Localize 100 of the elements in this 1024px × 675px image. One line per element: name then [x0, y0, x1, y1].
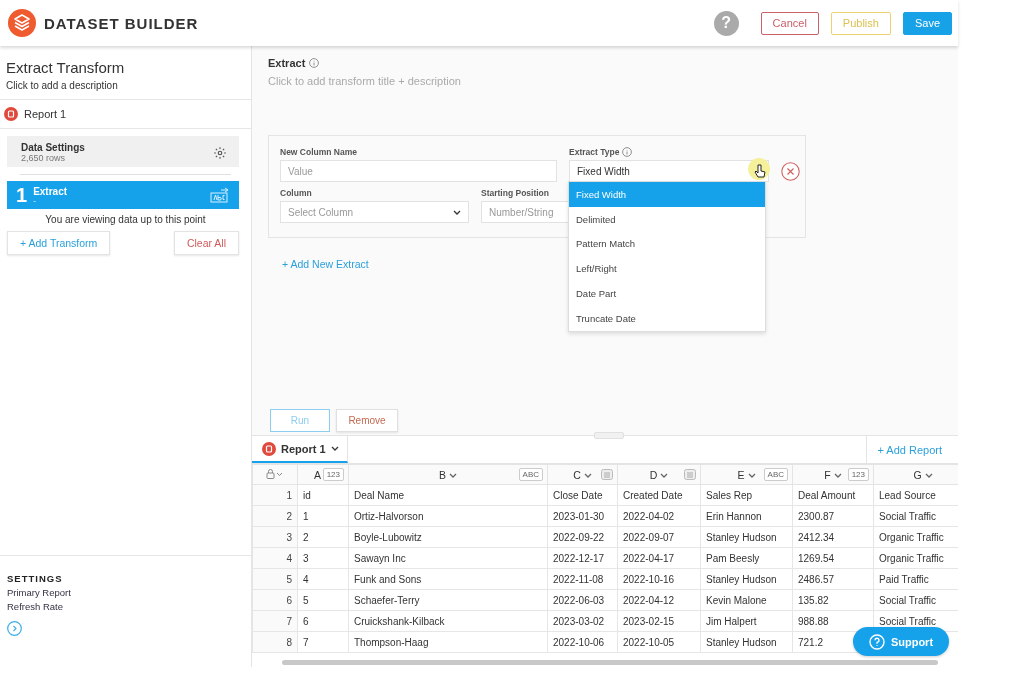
table-cell: Stanley Hudson — [700, 631, 793, 653]
header-cell: id — [297, 484, 349, 506]
table-cell: 2022-10-16 — [617, 568, 701, 590]
logo-icon — [8, 9, 36, 37]
table-cell: Jim Halpert — [700, 610, 793, 632]
cancel-button[interactable]: Cancel — [760, 11, 819, 35]
table-cell: 2023-02-15 — [617, 610, 701, 632]
close-icon[interactable] — [781, 162, 800, 181]
table-cell: 6 — [297, 610, 349, 632]
resize-handle[interactable] — [594, 432, 624, 439]
data-settings-title: Data Settings — [21, 142, 85, 153]
chevron-down-icon — [449, 473, 457, 478]
table-cell: Thompson-Haag — [348, 631, 548, 653]
table-cell: 4 — [297, 568, 349, 590]
chevron-down-icon — [747, 473, 756, 478]
row-number: 1 — [252, 484, 298, 506]
header-cell: Deal Name — [348, 484, 548, 506]
menu-option[interactable]: Pattern Match — [569, 231, 765, 257]
table-cell: 2412.34 — [792, 526, 874, 548]
chevron-down-icon — [453, 209, 461, 215]
data-settings-card[interactable]: Data Settings 2,650 rows — [7, 136, 239, 167]
header-cell: Deal Amount — [792, 484, 874, 506]
table-cell: Sawayn Inc — [348, 547, 548, 569]
table-cell: 2022-10-06 — [547, 631, 618, 653]
table-cell: 2022-04-17 — [617, 547, 701, 569]
remove-button[interactable]: Remove — [336, 409, 398, 432]
step-title: Extract — [33, 185, 69, 197]
table-cell: 2022-10-05 — [617, 631, 701, 653]
table-cell: 1269.54 — [792, 547, 874, 569]
row-count: 2,650 rows — [21, 153, 67, 163]
menu-option[interactable]: Truncate Date — [569, 306, 765, 331]
clear-all-button[interactable]: Clear All — [173, 231, 239, 255]
lock-icon[interactable] — [266, 468, 284, 479]
step-number: 1 — [16, 183, 28, 207]
row-number: 3 — [252, 526, 298, 548]
row-number: 8 — [252, 631, 298, 653]
report-name: Report 1 — [24, 108, 67, 120]
column-header[interactable]: C — [547, 464, 618, 485]
chevron-down-icon — [330, 446, 339, 451]
type-badge: 123 — [322, 468, 344, 481]
starting-position-field[interactable]: Number/String — [481, 201, 569, 223]
expand-icon[interactable] — [7, 621, 22, 636]
viewing-note: You are viewing data up to this point — [44, 213, 207, 227]
description-link[interactable]: Click to add a description — [0, 80, 251, 100]
table-cell: Stanley Hudson — [700, 568, 793, 590]
table-cell: Ortiz-Halvorson — [348, 505, 548, 527]
scrollbar[interactable] — [282, 660, 938, 665]
row-number: 2 — [252, 505, 298, 527]
row-number: 4 — [252, 547, 298, 569]
column-header[interactable]: E ABC — [700, 464, 793, 485]
type-badge: 123 — [847, 468, 869, 481]
table-cell: Boyle-Lubowitz — [348, 526, 548, 548]
table-cell: Cruickshank-Kilback — [348, 610, 548, 632]
transform-heading: Extract — [268, 57, 306, 69]
transform-title: Extract Transform — [5, 58, 126, 78]
table-cell: 2022-12-17 — [547, 547, 618, 569]
table-cell: Schaefer-Terry — [348, 589, 548, 611]
settings-item[interactable]: Refresh Rate — [7, 601, 244, 612]
table-cell: 2022-11-08 — [547, 568, 618, 590]
table-cell: Erin Hannon — [700, 505, 793, 527]
chevron-down-icon — [924, 473, 933, 478]
table-cell: 2022-06-03 — [547, 589, 618, 611]
row-number: 6 — [252, 589, 298, 611]
report-icon — [4, 107, 18, 121]
info-icon — [622, 147, 633, 157]
menu-option[interactable]: Date Part — [569, 281, 765, 306]
settings-heading: SETTINGS — [7, 573, 64, 584]
menu-option[interactable]: Delimited — [569, 206, 765, 232]
extract-type-select[interactable]: Fixed Width — [569, 160, 769, 182]
settings-icon[interactable] — [213, 145, 227, 160]
table-cell: Funk and Sons — [348, 568, 548, 590]
table-cell: 1 — [297, 505, 349, 527]
table-cell: 135.82 — [792, 589, 874, 611]
column-header[interactable]: F 123 — [792, 464, 874, 485]
row-number: 5 — [252, 568, 298, 590]
column-header[interactable]: B ABC — [348, 464, 548, 485]
table-cell: 2022-09-22 — [547, 526, 618, 548]
settings-item[interactable]: Primary Report — [7, 587, 244, 598]
header-cell: Close Date — [547, 484, 618, 506]
column-header[interactable]: D — [617, 464, 701, 485]
header-cell: Created Date — [617, 484, 701, 506]
table-cell: Pam Beesly — [700, 547, 793, 569]
new-column-field[interactable]: Value — [280, 160, 557, 182]
report-icon — [262, 441, 276, 456]
type-badge: ABC — [763, 468, 788, 481]
field-label: Extract Type — [569, 147, 620, 157]
menu-option[interactable]: Left/Right — [569, 256, 765, 282]
table-cell: 2486.57 — [792, 568, 874, 590]
type-badge: ABC — [518, 468, 543, 481]
table-cell: 2023-03-02 — [547, 610, 618, 632]
calendar-icon — [601, 469, 613, 480]
chevron-down-icon — [583, 473, 592, 478]
column-header[interactable]: A 123 — [297, 464, 349, 485]
step-subtitle: - — [33, 196, 37, 205]
table-cell: 2022-09-07 — [617, 526, 701, 548]
table-cell: 2 — [297, 526, 349, 548]
row-number: 7 — [252, 610, 298, 632]
table-cell: Stanley Hudson — [700, 526, 793, 548]
column-header[interactable]: G — [873, 464, 958, 485]
chevron-down-icon — [660, 473, 669, 478]
